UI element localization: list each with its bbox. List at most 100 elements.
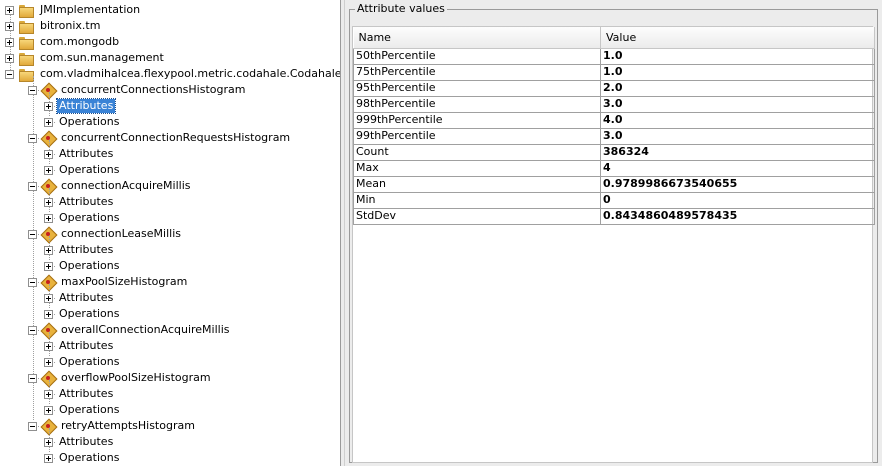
attribute-value-cell[interactable]: 386324	[600, 143, 875, 161]
tree-node-mbean-label[interactable]: concurrentConnectionsHistogram	[59, 83, 247, 97]
attribute-value-cell[interactable]: 1.0	[600, 47, 875, 65]
attribute-name-cell[interactable]: 95thPercentile	[353, 79, 601, 97]
attribute-name-cell[interactable]: StdDev	[353, 207, 601, 225]
tree-node-operations[interactable]: Operations	[44, 162, 121, 178]
tree-node-root[interactable]: com.sun.management	[5, 50, 166, 66]
tree-node-mbean[interactable]: concurrentConnectionRequestsHistogram	[28, 130, 292, 146]
tree-node-operations[interactable]: Operations	[44, 306, 121, 322]
expand-icon[interactable]	[44, 293, 53, 303]
collapse-icon[interactable]	[5, 69, 14, 79]
tree-node-mbean-label[interactable]: overflowPoolSizeHistogram	[59, 371, 213, 385]
attribute-value-cell[interactable]: 3.0	[600, 95, 875, 113]
tree-node-root-label[interactable]: bitronix.tm	[38, 19, 102, 33]
collapse-icon[interactable]	[28, 421, 37, 431]
table-row[interactable]: 98thPercentile 3.0	[353, 95, 875, 113]
attribute-name-cell[interactable]: 98thPercentile	[353, 95, 601, 113]
tree-node-attributes[interactable]: Attributes	[44, 242, 115, 258]
tree-node-attributes[interactable]: Attributes	[44, 290, 115, 306]
attribute-name-cell[interactable]: 999thPercentile	[353, 111, 601, 129]
tree-node-mbean[interactable]: maxPoolSizeHistogram	[28, 274, 189, 290]
tree-node-attributes[interactable]: Attributes	[44, 434, 115, 450]
tree-node-root[interactable]: com.vladmihalcea.flexypool.metric.codaha…	[5, 66, 340, 82]
mbean-tree[interactable]: JMImplementation bitronix.tm com.mongodb co…	[0, 0, 340, 466]
tree-node-mbean[interactable]: overallConnectionAcquireMillis	[28, 322, 232, 338]
tree-node-root-label[interactable]: com.sun.management	[38, 51, 166, 65]
tree-node-attributes-label[interactable]: Attributes	[57, 195, 115, 209]
tree-node-operations-label[interactable]: Operations	[57, 163, 121, 177]
tree-node-mbean-label[interactable]: maxPoolSizeHistogram	[59, 275, 189, 289]
tree-node-root-label[interactable]: com.vladmihalcea.flexypool.metric.codaha…	[38, 67, 340, 81]
attribute-value-cell[interactable]: 0.8434860489578435	[600, 207, 875, 225]
tree-node-attributes-label[interactable]: Attributes	[57, 243, 115, 257]
tree-node-attributes-label[interactable]: Attributes	[57, 339, 115, 353]
tree-node-root[interactable]: com.mongodb	[5, 34, 121, 50]
attribute-name-cell[interactable]: 50thPercentile	[353, 47, 601, 65]
table-row[interactable]: 50thPercentile 1.0	[353, 47, 875, 65]
column-header-value[interactable]: Value	[600, 27, 875, 49]
attribute-name-cell[interactable]: 75thPercentile	[353, 63, 601, 81]
tree-node-attributes[interactable]: Attributes	[44, 194, 115, 210]
expand-icon[interactable]	[5, 5, 14, 15]
table-row[interactable]: Min 0	[353, 191, 875, 209]
expand-icon[interactable]	[44, 117, 53, 127]
expand-icon[interactable]	[44, 197, 53, 207]
tree-node-mbean-label[interactable]: connectionAcquireMillis	[59, 179, 193, 193]
table-row[interactable]: 999thPercentile 4.0	[353, 111, 875, 129]
table-row[interactable]: StdDev 0.8434860489578435	[353, 207, 875, 225]
tree-node-attributes-label[interactable]: Attributes	[57, 147, 115, 161]
attribute-name-cell[interactable]: 99thPercentile	[353, 127, 601, 145]
tree-node-root[interactable]: JMImplementation	[5, 2, 142, 18]
tree-node-attributes-label[interactable]: Attributes	[57, 291, 115, 305]
tree-node-root-label[interactable]: JMImplementation	[38, 3, 142, 17]
attribute-name-cell[interactable]: Mean	[353, 175, 601, 193]
tree-node-operations-label[interactable]: Operations	[57, 211, 121, 225]
tree-node-operations-label[interactable]: Operations	[57, 115, 121, 129]
table-row[interactable]: Max 4	[353, 159, 875, 177]
tree-node-operations-label[interactable]: Operations	[57, 307, 121, 321]
tree-node-attributes[interactable]: Attributes	[44, 146, 115, 162]
tree-node-operations[interactable]: Operations	[44, 402, 121, 418]
tree-node-operations[interactable]: Operations	[44, 450, 121, 466]
attribute-name-cell[interactable]: Max	[353, 159, 601, 177]
tree-node-mbean[interactable]: concurrentConnectionsHistogram	[28, 82, 247, 98]
collapse-icon[interactable]	[28, 373, 37, 383]
tree-node-mbean-label[interactable]: concurrentConnectionRequestsHistogram	[59, 131, 292, 145]
expand-icon[interactable]	[44, 405, 53, 415]
expand-icon[interactable]	[44, 389, 53, 399]
expand-icon[interactable]	[44, 101, 53, 111]
expand-icon[interactable]	[44, 453, 53, 463]
expand-icon[interactable]	[5, 37, 14, 47]
expand-icon[interactable]	[5, 21, 14, 31]
expand-icon[interactable]	[44, 357, 53, 367]
attribute-value-cell[interactable]: 2.0	[600, 79, 875, 97]
tree-node-mbean-label[interactable]: connectionLeaseMillis	[59, 227, 183, 241]
expand-icon[interactable]	[44, 165, 53, 175]
tree-node-mbean[interactable]: overflowPoolSizeHistogram	[28, 370, 213, 386]
table-row[interactable]: Count 386324	[353, 143, 875, 161]
tree-node-root[interactable]: bitronix.tm	[5, 18, 102, 34]
tree-node-operations-label[interactable]: Operations	[57, 259, 121, 273]
tree-node-operations-label[interactable]: Operations	[57, 451, 121, 465]
expand-icon[interactable]	[44, 437, 53, 447]
table-row[interactable]: 95thPercentile 2.0	[353, 79, 875, 97]
tree-node-operations-label[interactable]: Operations	[57, 355, 121, 369]
tree-node-attributes-label[interactable]: Attributes	[57, 435, 115, 449]
expand-icon[interactable]	[44, 245, 53, 255]
attribute-value-cell[interactable]: 4	[600, 159, 875, 177]
collapse-icon[interactable]	[28, 133, 37, 143]
tree-node-attributes[interactable]: Attributes	[44, 386, 115, 402]
expand-icon[interactable]	[5, 53, 14, 63]
collapse-icon[interactable]	[28, 85, 37, 95]
tree-node-attributes-label[interactable]: Attributes	[55, 98, 117, 114]
attribute-value-cell[interactable]: 4.0	[600, 111, 875, 129]
attribute-value-cell[interactable]: 1.0	[600, 63, 875, 81]
tree-node-mbean[interactable]: connectionLeaseMillis	[28, 226, 183, 242]
expand-icon[interactable]	[44, 261, 53, 271]
attribute-name-cell[interactable]: Min	[353, 191, 601, 209]
expand-icon[interactable]	[44, 213, 53, 223]
tree-node-attributes[interactable]: Attributes	[44, 338, 115, 354]
tree-node-operations[interactable]: Operations	[44, 258, 121, 274]
attribute-value-cell[interactable]: 0.9789986673540655	[600, 175, 875, 193]
collapse-icon[interactable]	[28, 325, 37, 335]
attribute-name-cell[interactable]: Count	[353, 143, 601, 161]
